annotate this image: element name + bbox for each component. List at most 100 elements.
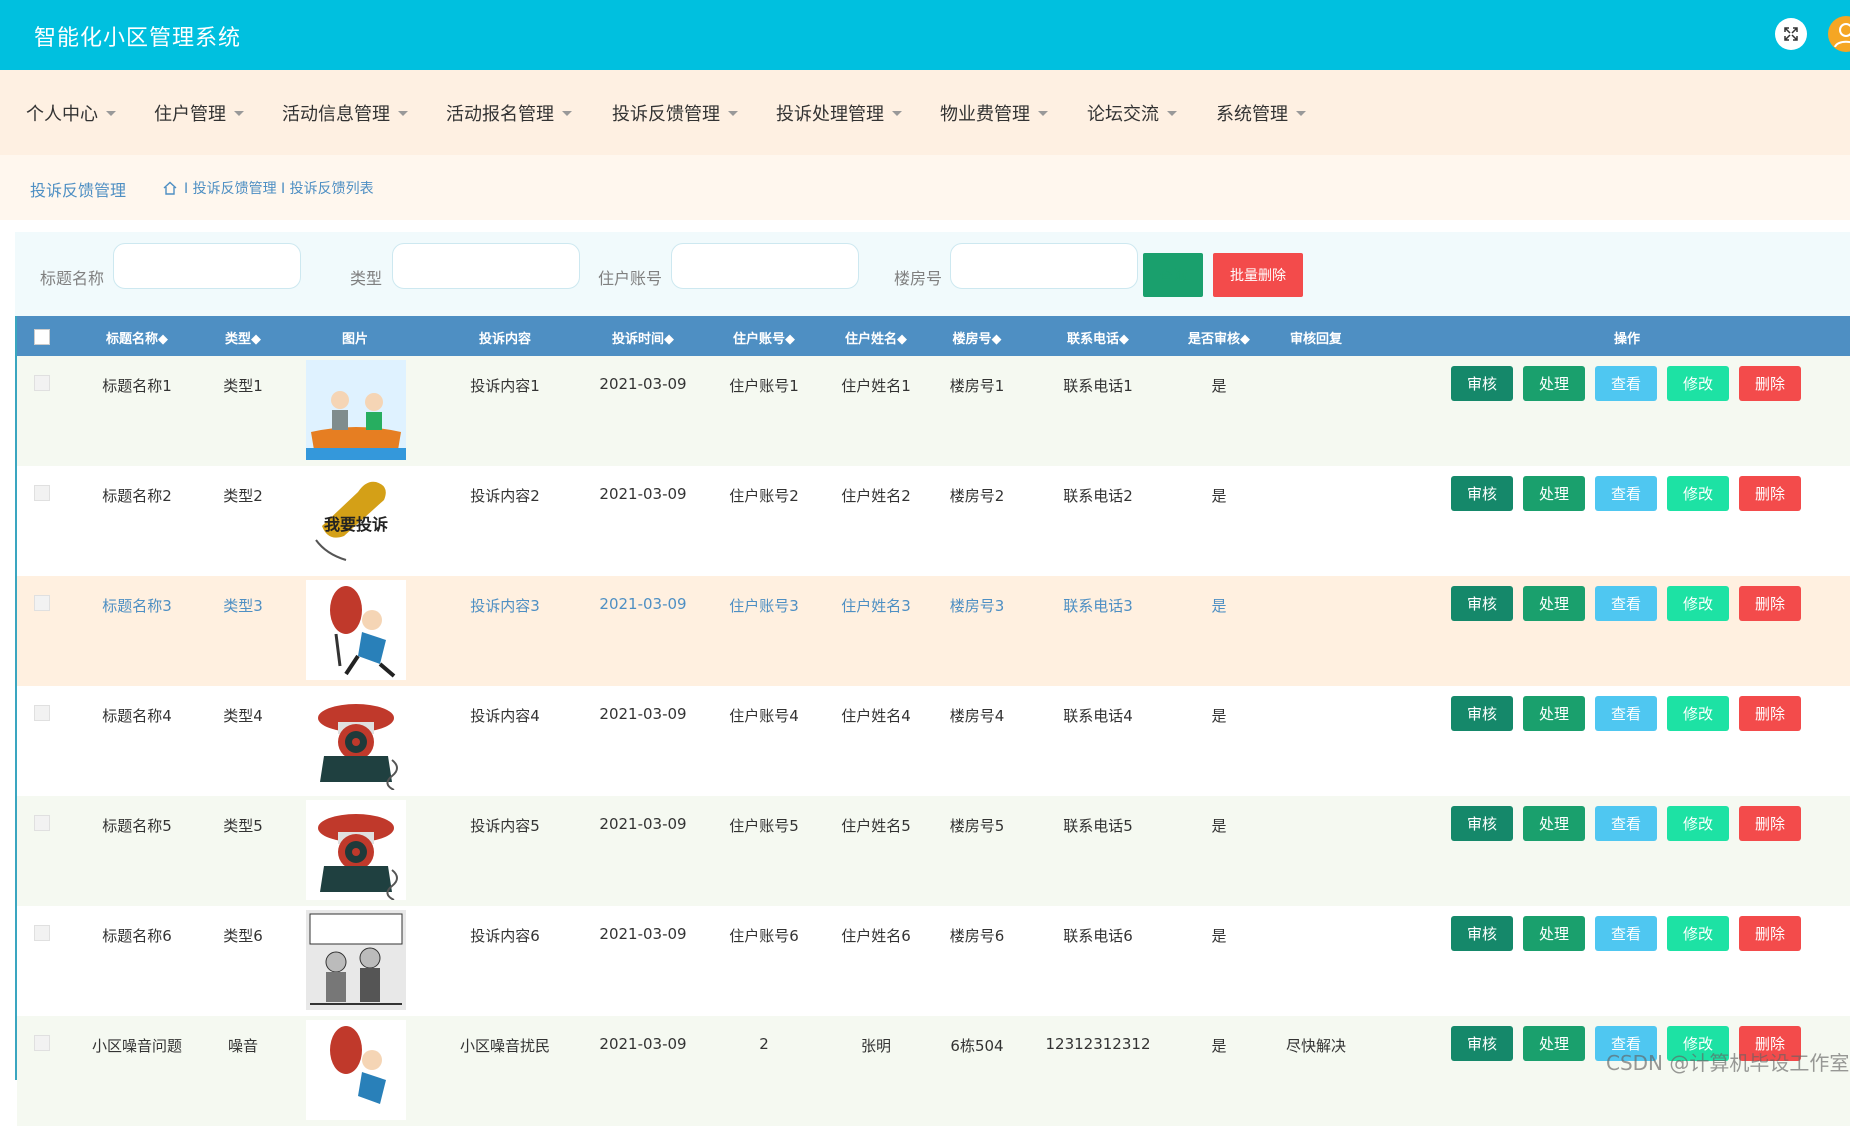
table-cell: 是 bbox=[1211, 927, 1227, 945]
user-avatar[interactable] bbox=[1828, 16, 1850, 52]
handle-button[interactable]: 处理 bbox=[1523, 366, 1585, 401]
view-button[interactable]: 查看 bbox=[1595, 586, 1657, 621]
column-header-1[interactable]: 类型◆ bbox=[225, 328, 261, 347]
handle-button[interactable]: 处理 bbox=[1523, 1026, 1585, 1061]
menu-item-2[interactable]: 活动信息管理 bbox=[282, 100, 408, 126]
complaint-image[interactable] bbox=[306, 910, 406, 1010]
handle-button[interactable]: 处理 bbox=[1523, 916, 1585, 951]
row-checkbox[interactable] bbox=[34, 375, 50, 391]
row-checkbox[interactable] bbox=[34, 595, 50, 611]
top-header: 智能化小区管理系统 bbox=[0, 0, 1850, 70]
delete-button[interactable]: 删除 bbox=[1739, 806, 1801, 841]
search-button[interactable]: 查询 bbox=[1143, 253, 1203, 297]
view-button[interactable]: 查看 bbox=[1595, 696, 1657, 731]
view-button[interactable]: 查看 bbox=[1595, 806, 1657, 841]
delete-button[interactable]: 删除 bbox=[1739, 476, 1801, 511]
review-button[interactable]: 审核 bbox=[1451, 806, 1513, 841]
column-header-5[interactable]: 住户账号◆ bbox=[733, 328, 795, 347]
menu-item-3[interactable]: 活动报名管理 bbox=[446, 100, 572, 126]
table-cell: 2021-03-09 bbox=[599, 1035, 687, 1053]
column-header-10: 审核回复 bbox=[1289, 332, 1343, 347]
main-menu: 个人中心 住户管理 活动信息管理 活动报名管理 投诉反馈管理 投诉处理管理 物业费管理 论坛交… bbox=[0, 70, 1850, 155]
edit-button[interactable]: 修改 bbox=[1667, 476, 1729, 511]
row-checkbox[interactable] bbox=[34, 925, 50, 941]
row-checkbox[interactable] bbox=[34, 815, 50, 831]
row-checkbox[interactable] bbox=[34, 705, 50, 721]
table-cell: 类型6 bbox=[223, 927, 263, 945]
table-cell: 联系电话2 bbox=[1063, 487, 1133, 505]
menu-item-6[interactable]: 物业费管理 bbox=[940, 100, 1048, 126]
table-cell: 张明 bbox=[860, 1037, 892, 1055]
menu-item-7[interactable]: 论坛交流 bbox=[1087, 100, 1177, 126]
edit-button[interactable]: 修改 bbox=[1667, 806, 1729, 841]
review-button[interactable]: 审核 bbox=[1451, 916, 1513, 951]
handle-button[interactable]: 处理 bbox=[1523, 806, 1585, 841]
complaint-image[interactable] bbox=[306, 800, 406, 901]
review-button[interactable]: 审核 bbox=[1451, 476, 1513, 511]
title-label: 标题名称 bbox=[40, 269, 105, 288]
edit-button[interactable]: 修改 bbox=[1667, 366, 1729, 401]
account-input[interactable] bbox=[671, 243, 859, 289]
search-bar: 标题名称 类型 住户账号 楼房号 查询 批量删除 bbox=[15, 232, 1850, 316]
review-button[interactable]: 审核 bbox=[1451, 1026, 1513, 1061]
fullscreen-button[interactable] bbox=[1775, 18, 1807, 50]
table-cell: 类型2 bbox=[223, 487, 263, 505]
table-cell: 是 bbox=[1211, 707, 1227, 725]
edit-button[interactable]: 修改 bbox=[1667, 696, 1729, 731]
row-checkbox[interactable] bbox=[34, 485, 50, 501]
home-icon[interactable] bbox=[162, 180, 178, 196]
menu-item-4[interactable]: 投诉反馈管理 bbox=[612, 100, 738, 126]
column-header-4[interactable]: 投诉时间◆ bbox=[612, 328, 674, 347]
column-header-8[interactable]: 联系电话◆ bbox=[1067, 328, 1129, 347]
complaint-image[interactable] bbox=[306, 690, 406, 791]
handle-button[interactable]: 处理 bbox=[1523, 476, 1585, 511]
building-input[interactable] bbox=[950, 243, 1138, 289]
view-button[interactable]: 查看 bbox=[1595, 366, 1657, 401]
table-cell: 投诉内容5 bbox=[470, 817, 540, 835]
review-button[interactable]: 审核 bbox=[1451, 366, 1513, 401]
column-header-7[interactable]: 楼房号◆ bbox=[953, 328, 1002, 347]
review-button[interactable]: 审核 bbox=[1451, 586, 1513, 621]
complaint-image[interactable] bbox=[306, 360, 406, 460]
view-button[interactable]: 查看 bbox=[1595, 916, 1657, 951]
delete-button[interactable]: 删除 bbox=[1739, 696, 1801, 731]
title-input[interactable] bbox=[113, 243, 301, 289]
table-cell: 住户姓名5 bbox=[841, 817, 911, 835]
table-cell: 2021-03-09 bbox=[599, 485, 687, 503]
review-button[interactable]: 审核 bbox=[1451, 696, 1513, 731]
column-header-9[interactable]: 是否审核◆ bbox=[1188, 328, 1250, 347]
edit-button[interactable]: 修改 bbox=[1667, 916, 1729, 951]
select-all-checkbox[interactable] bbox=[34, 329, 50, 345]
column-header-6[interactable]: 住户姓名◆ bbox=[845, 328, 907, 347]
delete-button[interactable]: 删除 bbox=[1739, 586, 1801, 621]
svg-text:我要投诉: 我要投诉 bbox=[324, 515, 388, 534]
batch-delete-button[interactable]: 批量删除 bbox=[1213, 253, 1303, 297]
caret-down-icon bbox=[728, 110, 738, 116]
table-cell: 2021-03-09 bbox=[599, 595, 687, 613]
delete-button[interactable]: 删除 bbox=[1739, 916, 1801, 951]
handle-button[interactable]: 处理 bbox=[1523, 586, 1585, 621]
edit-button[interactable]: 修改 bbox=[1667, 586, 1729, 621]
table-cell: 住户姓名6 bbox=[841, 927, 911, 945]
table-cell: 是 bbox=[1211, 597, 1227, 615]
type-input[interactable] bbox=[392, 243, 580, 289]
column-header-0[interactable]: 标题名称◆ bbox=[106, 328, 168, 347]
table-cell: 住户账号2 bbox=[729, 487, 799, 505]
caret-down-icon bbox=[398, 110, 408, 116]
menu-item-5[interactable]: 投诉处理管理 bbox=[776, 100, 902, 126]
menu-item-8[interactable]: 系统管理 bbox=[1216, 100, 1306, 126]
table-cell: 投诉内容1 bbox=[470, 377, 540, 395]
complaint-image-icon bbox=[306, 1020, 406, 1120]
row-checkbox[interactable] bbox=[34, 1035, 50, 1051]
complaint-image[interactable]: 我要投诉 bbox=[306, 470, 406, 570]
table-cell: 类型4 bbox=[223, 707, 263, 725]
complaint-image[interactable] bbox=[306, 1020, 406, 1120]
complaint-image[interactable] bbox=[306, 580, 406, 680]
table-row: 标题名称4 类型4 投诉内容4 2021-03-09 住户账号4 住户姓名4 楼房号4 联系… bbox=[17, 686, 1850, 796]
delete-button[interactable]: 删除 bbox=[1739, 366, 1801, 401]
breadcrumb-path[interactable]: I 投诉反馈管理 I 投诉反馈列表 bbox=[184, 178, 374, 198]
handle-button[interactable]: 处理 bbox=[1523, 696, 1585, 731]
view-button[interactable]: 查看 bbox=[1595, 476, 1657, 511]
menu-item-0[interactable]: 个人中心 bbox=[26, 100, 116, 126]
menu-item-1[interactable]: 住户管理 bbox=[154, 100, 244, 126]
